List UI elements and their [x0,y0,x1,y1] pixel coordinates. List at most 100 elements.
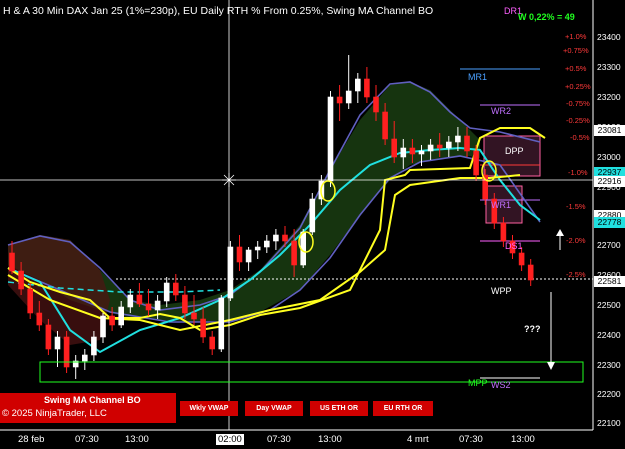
y-tick-label: 22100 [597,418,621,428]
price-tag: 22778 [594,217,625,228]
y-tick-label: 23400 [597,32,621,42]
day-vwap-button[interactable]: Day VWAP [245,401,303,416]
x-tick-label: 13:00 [318,434,342,445]
cursor-icon [222,173,236,187]
y-tick-label: 23000 [597,152,621,162]
candle-body [345,90,352,104]
down-arrow-head [547,362,555,370]
wpp-label: WPP [491,286,512,296]
pct-level: -1.5% [566,202,586,211]
candle-body [464,135,470,152]
pct-level: +0.25% [565,82,591,91]
candle-body [173,282,179,296]
x-tick-label: 13:00 [125,434,149,445]
target-zone-box [39,361,584,383]
y-tick-label: 22300 [597,360,621,370]
price-chart[interactable] [0,0,625,449]
mpp-label: MPP [468,378,488,388]
pct-level: +0.75% [563,46,589,55]
candle-body [418,150,425,155]
candle-body [382,111,388,140]
candle-body [263,240,270,248]
question-label: ??? [524,324,541,334]
x-tick-label: 28 feb [18,434,45,445]
pct-level: -0.5% [570,133,590,142]
candle-body [373,96,379,113]
pct-level: +1.0% [565,32,587,41]
candle-body [163,282,170,302]
x-tick-label: 07:30 [267,434,291,445]
eu-rth-or-button[interactable]: EU RTH OR [373,401,433,416]
x-tick-label: 07:30 [459,434,483,445]
candle-body [427,144,434,152]
y-tick-label: 23200 [597,92,621,102]
candle-body [245,249,252,263]
candle-body [191,312,197,320]
y-tick-label: 22200 [597,389,621,399]
candle-body [309,198,316,233]
candle-body [54,336,61,350]
candle-body [136,294,143,305]
dpp-label: DPP [505,146,524,156]
candle-body [527,264,534,281]
x-tick-label: 13:00 [511,434,535,445]
candle-body [254,246,261,251]
candle-body [145,303,152,311]
candle-body [154,300,161,311]
candle-body [282,234,288,242]
ds1-label: DS1 [505,241,523,251]
y-tick-label: 23300 [597,62,621,72]
wkly-vwap-button[interactable]: Wkly VWAP [180,401,238,416]
candle-body [236,246,243,263]
price-tag: 22581 [594,276,625,287]
y-tick-label: 22500 [597,300,621,310]
candle-body [109,315,115,326]
candle-body [82,354,88,362]
candle-body [409,147,416,155]
price-tag: 22916 [594,176,625,187]
candle-body [273,234,279,242]
candle-body [91,336,97,356]
candle-body [218,297,225,350]
y-tick-label: 22400 [597,330,621,340]
candle-body [118,306,124,326]
pct-level: -1.0% [568,168,588,177]
x-tick-label: 4 mrt [407,434,429,445]
candle-body [327,96,334,182]
copyright-text: © 2025 NinjaTrader, LLC [2,408,107,419]
mr1-label: MR1 [468,72,488,82]
panel-title: Swing MA Channel BO [44,395,141,405]
weekly-stat: W 0,22% = 49 [518,12,575,22]
price-tag: 23081 [594,125,625,136]
pct-level: -0.75% [566,99,590,108]
candle-body [291,240,297,266]
candle-body [209,336,215,350]
candle-body [100,315,106,338]
chart-title: H & A 30 Min DAX Jan 25 (1%=230p), EU Da… [3,5,434,17]
us-eth-or-button[interactable]: US ETH OR [310,401,368,416]
wr2-label: WR2 [491,106,511,116]
pct-level: -0.25% [566,116,590,125]
candle-body [364,78,370,98]
ws2-label: WS2 [491,380,511,390]
x-tick-label: 07:30 [75,434,99,445]
indicator-panel: Swing MA Channel BO © 2025 NinjaTrader, … [0,393,176,423]
candle-body [518,252,525,266]
pct-level: -2.0% [566,236,586,245]
candle-body [400,147,407,158]
candle-body [436,144,443,149]
candle-body [455,135,461,143]
candle-body [45,324,52,350]
candle-body [336,96,343,104]
candle-body [473,150,479,176]
candle-body [27,288,34,314]
candle-body [127,294,134,308]
candle-body [18,270,24,290]
candle-body [200,318,206,338]
candle-body [9,252,15,272]
wr1-label: WR1 [491,200,511,210]
candle-body [445,141,452,149]
candle-body [36,312,43,326]
pct-level: -2.5% [566,270,586,279]
pct-level: +0.5% [565,64,587,73]
